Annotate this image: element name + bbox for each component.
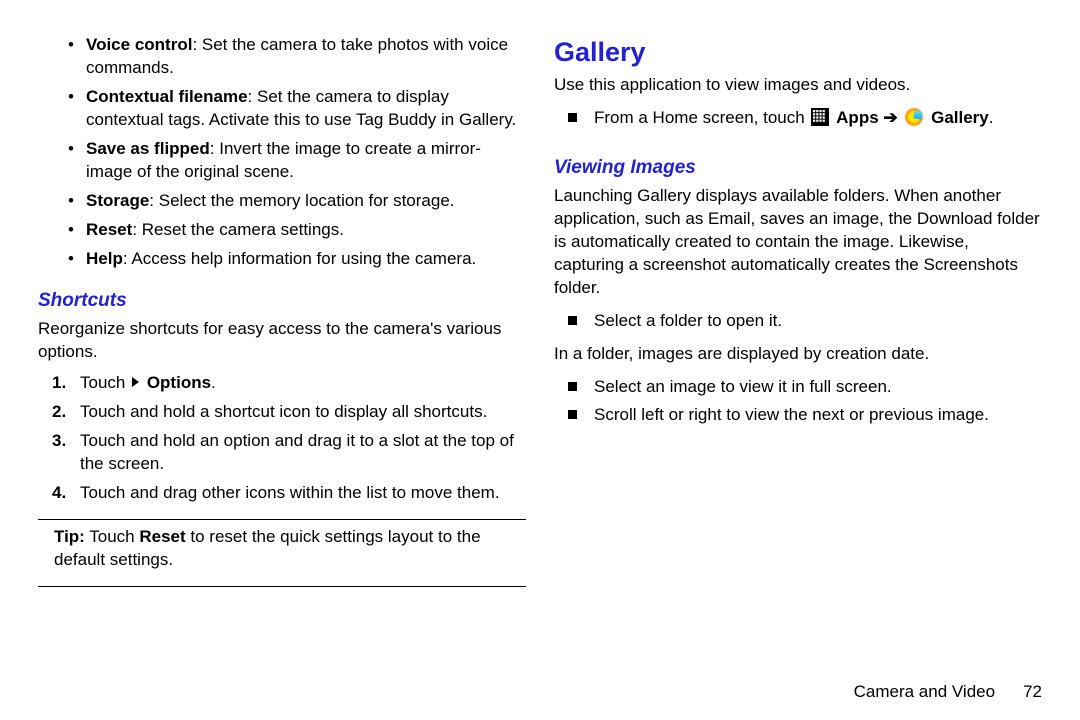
bullet-storage: Storage: Select the memory location for … — [72, 190, 526, 213]
settings-bullets: Voice control: Set the camera to take ph… — [38, 34, 526, 276]
folder-para: In a folder, images are displayed by cre… — [554, 343, 1042, 366]
left-column: Voice control: Set the camera to take ph… — [38, 34, 526, 720]
gallery-launch-step: From a Home screen, touch Apps ➔ Gallery… — [554, 107, 1042, 139]
bullet-help: Help: Access help information for using … — [72, 248, 526, 271]
gallery-intro: Use this application to view images and … — [554, 74, 1042, 97]
step-select-folder: Select a folder to open it. — [568, 310, 1042, 333]
square-bullet-icon — [568, 316, 577, 325]
step-4: 4. Touch and drag other icons within the… — [52, 482, 526, 505]
right-column: Gallery Use this application to view ima… — [554, 34, 1042, 720]
step-1: 1. Touch Options. — [52, 372, 526, 395]
shortcuts-heading: Shortcuts — [38, 288, 526, 314]
square-bullet-icon — [568, 410, 577, 419]
footer-page-number: 72 — [1023, 681, 1042, 704]
shortcuts-steps: 1. Touch Options. 2. Touch and hold a sh… — [38, 372, 526, 511]
arrow-right-icon: ➔ — [879, 108, 903, 127]
chevron-right-icon — [132, 377, 139, 387]
gallery-app-icon — [904, 107, 924, 127]
viewing-images-para: Launching Gallery displays available fol… — [554, 185, 1042, 300]
divider — [38, 519, 526, 520]
viewing-step-1: Select a folder to open it. — [554, 310, 1042, 339]
step-select-image: Select an image to view it in full scree… — [568, 376, 1042, 399]
tip-box: Tip: Touch Reset to reset the quick sett… — [38, 526, 526, 572]
page-footer: Camera and Video 72 — [554, 681, 1042, 720]
shortcuts-intro: Reorganize shortcuts for easy access to … — [38, 318, 526, 364]
viewing-images-heading: Viewing Images — [554, 155, 1042, 181]
bullet-reset: Reset: Reset the camera settings. — [72, 219, 526, 242]
square-bullet-icon — [568, 382, 577, 391]
gallery-heading: Gallery — [554, 34, 1042, 70]
launch-step: From a Home screen, touch Apps ➔ Gallery… — [568, 107, 1042, 133]
footer-section: Camera and Video — [854, 681, 995, 704]
manual-page: Voice control: Set the camera to take ph… — [0, 0, 1080, 720]
square-bullet-icon — [568, 113, 577, 122]
bullet-contextual-filename: Contextual filename: Set the camera to d… — [72, 86, 526, 132]
bullet-voice-control: Voice control: Set the camera to take ph… — [72, 34, 526, 80]
step-scroll: Scroll left or right to view the next or… — [568, 404, 1042, 427]
bullet-save-as-flipped: Save as flipped: Invert the image to cre… — [72, 138, 526, 184]
step-3: 3. Touch and hold an option and drag it … — [52, 430, 526, 476]
divider — [38, 586, 526, 587]
step-2: 2. Touch and hold a shortcut icon to dis… — [52, 401, 526, 424]
viewing-step-2-3: Select an image to view it in full scree… — [554, 376, 1042, 434]
apps-grid-icon — [811, 108, 829, 133]
